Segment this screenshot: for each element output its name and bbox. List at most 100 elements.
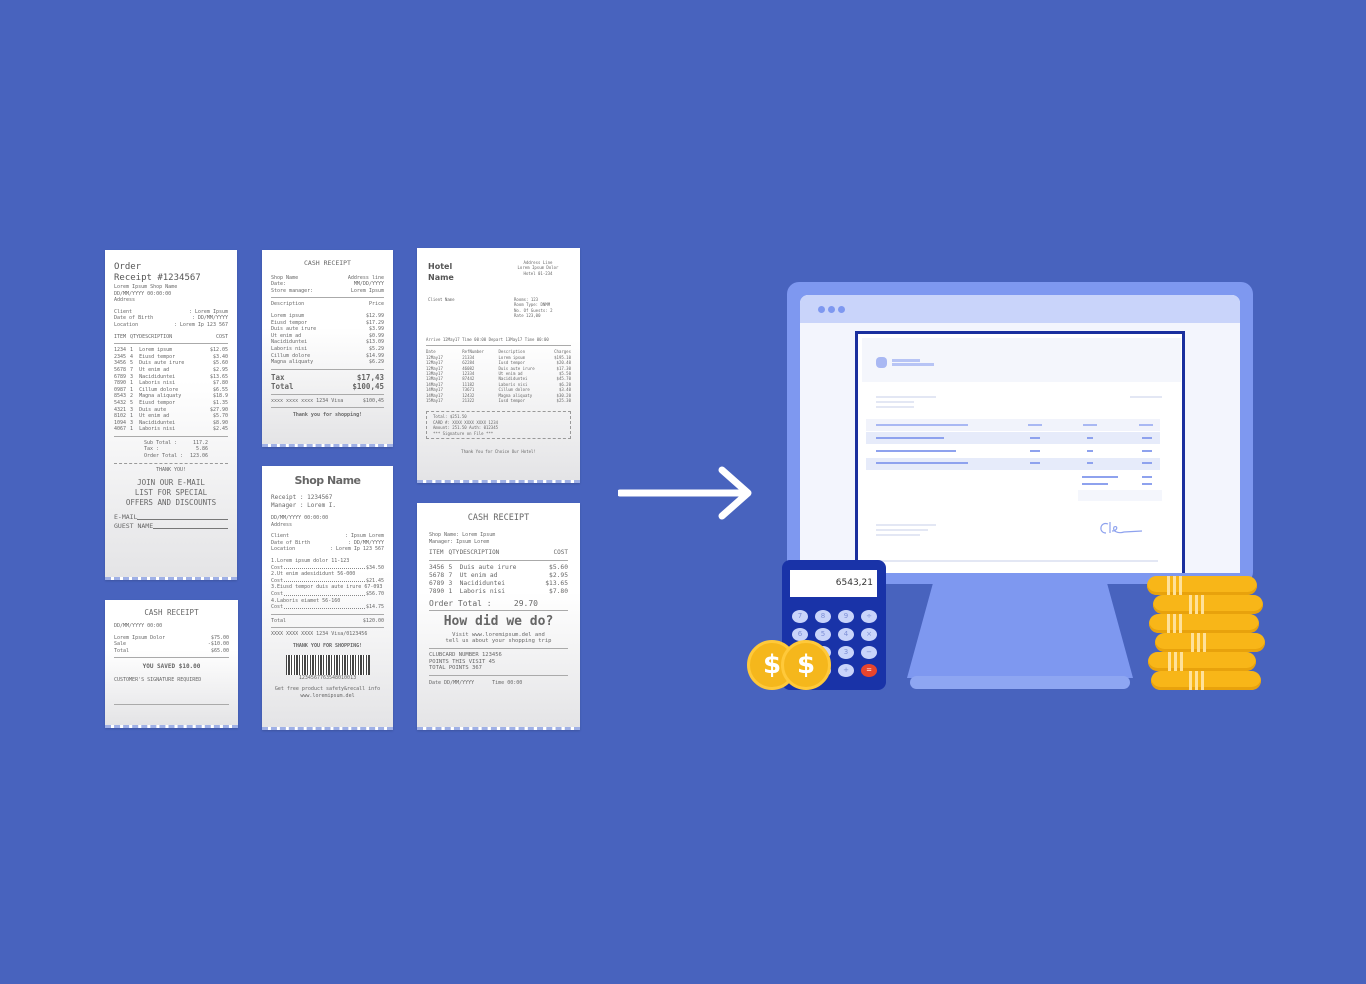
cell: 3 — [129, 373, 133, 380]
monitor-icon — [787, 282, 1253, 584]
signature-icon — [1100, 522, 1143, 534]
table-row: 4321 3 Duis aute $27.90 — [114, 407, 228, 414]
cell: Address line — [347, 274, 384, 281]
column-header: QTY — [129, 333, 139, 340]
table-row: 7890 1 Laboris nisi $7.80 — [429, 588, 568, 596]
cell: Nacididuntei — [271, 339, 308, 346]
column-header: Description — [271, 301, 305, 308]
table-row: 5432 5 Eiusd tempor $1.35 — [114, 400, 228, 407]
cell: $3.40 — [212, 353, 228, 360]
calculator-key: 3 — [838, 646, 854, 659]
cell: Lorem ipsum — [139, 347, 173, 354]
signature-label: CUSTOMER'S SIGNATURE REQUIRED — [114, 676, 202, 683]
receipt-datetime: DD/MM/YYYY 00:00:00 — [271, 515, 329, 521]
saved-text: YOU SAVED $10.00 — [142, 663, 201, 671]
cell: Laboris nisi — [139, 426, 176, 433]
cell: $12.99 — [365, 312, 384, 319]
cell: 2 — [129, 393, 133, 400]
item-cost-row: Cost $21.45 — [271, 578, 384, 585]
receipt-title: CASH RECEIPT — [144, 608, 199, 617]
receipt-lines: JOIN OUR E-MAIL LIST FOR SPECIAL OFFERS AN… — [114, 478, 228, 508]
cell: Magna aliquaty — [271, 359, 314, 366]
cell: 7 — [129, 366, 133, 373]
cell: : Ipsum Lorem — [344, 533, 384, 540]
field-label: GUEST NAME — [114, 522, 154, 531]
receipt-lines: Visit www.loremipsum.del and tell us abou… — [429, 632, 568, 645]
order-receipt: Order Receipt #1234567 Lorem Ipsum Shop … — [105, 250, 237, 580]
cell: Nacididuntei — [139, 373, 176, 380]
receipt-lines: Lorem Ipsum Dolor $75.00 Sale -$10.00 Total $… — [114, 635, 229, 655]
total-value: $120.00 — [362, 617, 384, 624]
stay-dates: Arrive 12May17 Time 00:00 Depart 13May17… — [426, 337, 549, 342]
column-headers: Description Price — [271, 301, 384, 308]
receipt-lines: 1234 1 Lorem ipsum $12.05 2345 4 Eiusd tempor $… — [114, 347, 228, 433]
card-amount: $100,45 — [362, 397, 384, 404]
cell: Eiusd tempor — [271, 319, 308, 326]
cell: Client — [271, 533, 290, 540]
table-row: Shop Name Address line — [271, 275, 384, 282]
table-row: Client: Lorem Ipsum — [114, 309, 228, 316]
table-row: 3456 5 Duis aute irure $5.60 — [429, 564, 568, 572]
shop-name: Shop Name: Lorem Ipsum — [429, 532, 496, 538]
table-row: Sub Total : 117.2 — [144, 440, 208, 447]
text-line: Hotel — [428, 262, 453, 271]
table-row: Ut enim ad $0.99 — [271, 333, 384, 340]
cell: 5 — [448, 563, 453, 571]
cell: $65.00 — [210, 647, 229, 654]
cell: Date of Birth — [271, 539, 311, 546]
hotel-receipt: Hotel Name Address Line Lorem Ipsum Dolor H… — [417, 248, 580, 483]
cell: $2.95 — [549, 571, 568, 579]
cell: Tax : — [144, 446, 160, 453]
table-row: 1234 1 Lorem ipsum $12.05 — [114, 347, 228, 354]
cell: 0987 — [114, 386, 127, 393]
cell: Ut enim ad — [271, 332, 302, 339]
field-label: E-MAIL — [114, 513, 138, 522]
column-header: COST — [215, 333, 228, 340]
cash-receipt-small: CASH RECEIPT DD/MM/YYYY 00:00 Lorem Ipsu… — [105, 600, 238, 728]
cell: Iusd tempor — [498, 398, 526, 404]
table-row: 8102 1 Ut enim ad $5.70 — [114, 413, 228, 420]
table-row: 15May17 21322 Iusd tempor $25.30 — [426, 398, 571, 403]
calculator-key: 9 — [838, 610, 854, 623]
cell: $6.55 — [212, 386, 228, 393]
cell: 4 — [129, 353, 133, 360]
cell: Eiusd tempor — [139, 399, 176, 406]
cell: $12.05 — [209, 347, 228, 354]
cell: Eiusd tempor — [139, 353, 176, 360]
item-description: 4.Laboris eiamet 56-160 — [271, 597, 341, 604]
cell: Magna aliquaty — [139, 393, 182, 400]
coin-bar — [1148, 652, 1256, 671]
tax-value: $17,43 — [356, 372, 384, 382]
receipt-datetime: DD/MM/YYYY 00:00 — [114, 623, 163, 629]
receipt-lines: Address Line Lorem Ipsum Dolor Hotel 01-23… — [508, 260, 568, 276]
text-line: Visit www.loremipsum.del and — [452, 631, 545, 638]
cell: 1 — [129, 426, 133, 433]
cell: 5.86 — [195, 446, 208, 453]
cell: 21322 — [462, 398, 475, 404]
cell: Date: — [271, 281, 287, 288]
table-row: Order Total : 123.06 — [144, 453, 208, 460]
column-headers: ITEM QTY DESCRIPTION COST — [429, 550, 568, 557]
cell: $7.80 — [212, 380, 228, 387]
cell: $5.60 — [549, 563, 568, 571]
cell: $5.60 — [212, 360, 228, 367]
cell: 3 — [448, 579, 453, 587]
thanks-text: Thank you for shopping! — [292, 412, 363, 419]
cell: 1 — [129, 347, 133, 354]
text-line: Address — [114, 297, 136, 304]
cell: $2.45 — [212, 426, 228, 433]
cell: 5 — [129, 399, 133, 406]
receipt-lines: Client: Lorem Ipsum Date of Birth: DD/MM/… — [114, 309, 228, 329]
receipt-title: CASH RECEIPT — [467, 513, 530, 523]
cell: Nacididuntei — [459, 579, 506, 587]
table-row: 6789 3 Nacididuntei $13.65 — [114, 374, 228, 381]
browser-top-bar — [800, 295, 1240, 323]
tax-label: Tax — [271, 372, 285, 382]
coin-bar — [1147, 576, 1257, 595]
table-row: Sale -$10.00 — [114, 641, 229, 648]
item-description: 1.Lorem ipsum dolor 11-123 — [271, 557, 350, 564]
dot-leader — [284, 591, 365, 596]
text-line: www.loremipsum.del — [300, 692, 355, 699]
table-row: Magna aliquaty $6.29 — [271, 359, 384, 366]
cell: 8102 — [114, 413, 127, 420]
